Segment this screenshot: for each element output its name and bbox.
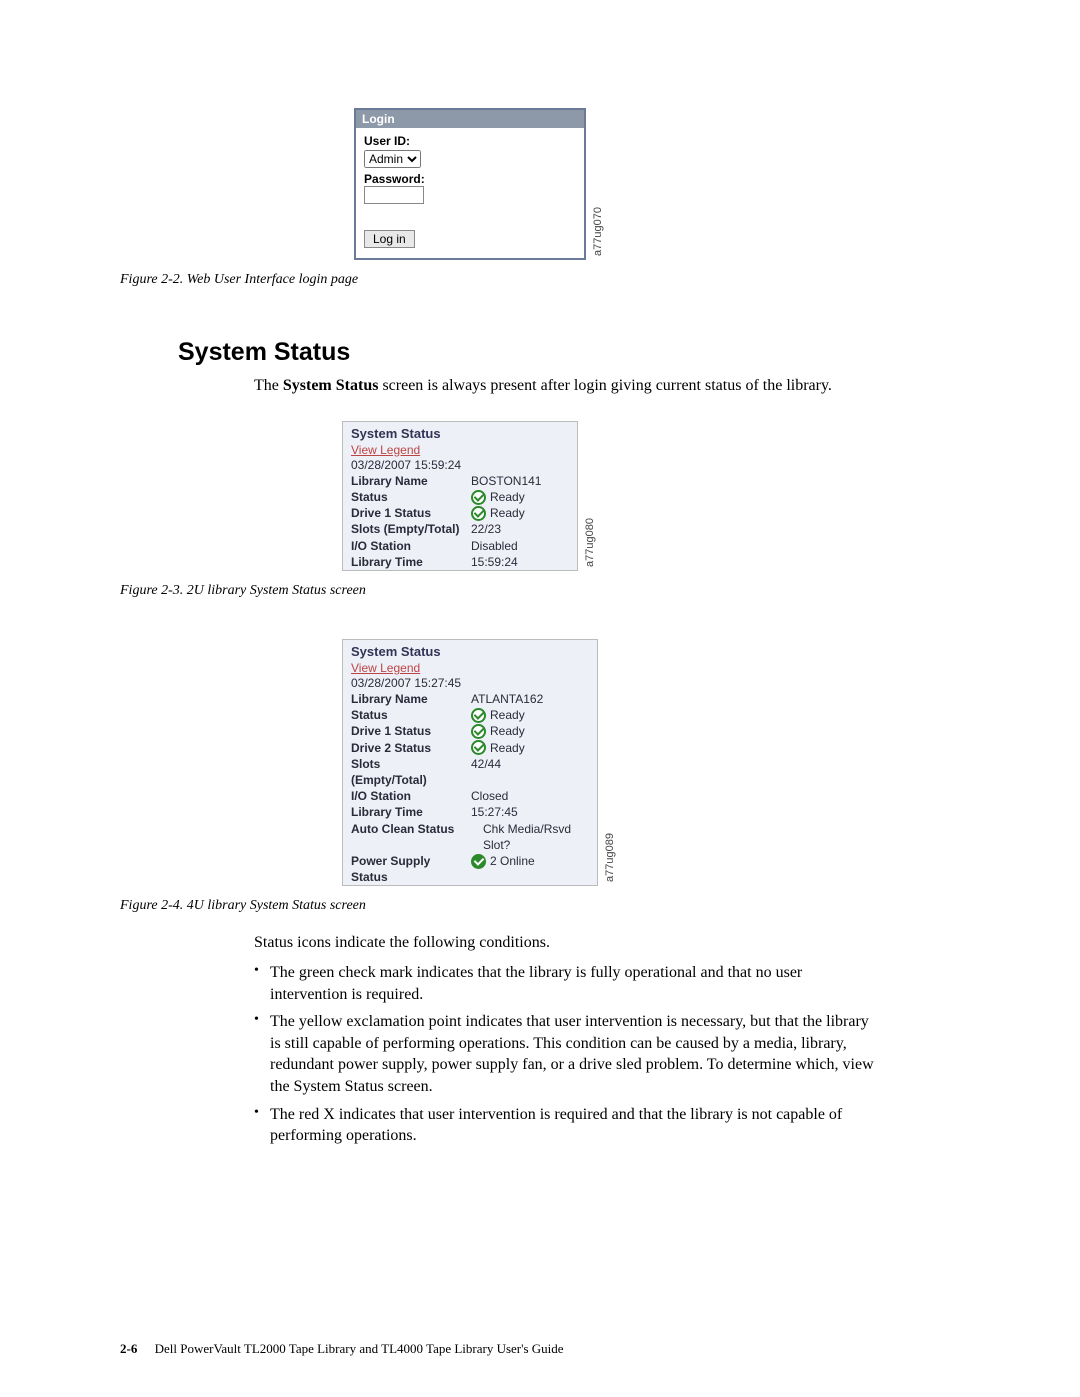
check-icon xyxy=(471,490,486,505)
label: Library Time xyxy=(351,804,471,820)
value: 15:27:45 xyxy=(471,804,518,820)
view-legend-link[interactable]: View Legend xyxy=(343,443,577,457)
check-icon xyxy=(471,740,486,755)
figure-sidecode: a77ug089 xyxy=(604,833,616,882)
row-library-name: Library Name ATLANTA162 xyxy=(343,691,597,707)
conditions-list: The green check mark indicates that the … xyxy=(254,962,874,1147)
label: Drive 1 Status xyxy=(351,723,471,739)
row-time: Library Time 15:59:24 xyxy=(343,554,577,570)
status-panel-4u: System Status View Legend 03/28/2007 15:… xyxy=(342,639,598,886)
label: I/O Station xyxy=(351,788,471,804)
value: Slot? xyxy=(483,837,510,853)
row-time: Library Time 15:27:45 xyxy=(343,804,597,820)
row-power-1: Power Supply 2 Online xyxy=(343,853,597,869)
password-input[interactable] xyxy=(364,186,424,204)
figure-caption-2: Figure 2-3. 2U library System Status scr… xyxy=(120,583,960,599)
footer-text: Dell PowerVault TL2000 Tape Library and … xyxy=(155,1341,564,1356)
value: Ready xyxy=(490,489,525,505)
intro-pre: The xyxy=(254,377,283,394)
row-slots-1: Slots 42/44 xyxy=(343,756,597,772)
timestamp: 03/28/2007 15:59:24 xyxy=(351,457,461,473)
list-item: The green check mark indicates that the … xyxy=(254,962,874,1005)
row-slots: Slots (Empty/Total) 22/23 xyxy=(343,521,577,537)
label: Status xyxy=(351,489,471,505)
list-item: The red X indicates that user interventi… xyxy=(254,1104,874,1147)
row-status: Status Ready xyxy=(343,489,577,505)
figure-sidecode: a77ug070 xyxy=(592,207,604,256)
user-id-select[interactable]: Admin xyxy=(364,150,421,168)
row-io: I/O Station Closed xyxy=(343,788,597,804)
figure-caption-1: Figure 2-2. Web User Interface login pag… xyxy=(120,272,960,288)
figure-login: Login User ID: Admin Password: Log in a7… xyxy=(354,108,960,260)
value: Ready xyxy=(490,723,525,739)
intro-post: screen is always present after login giv… xyxy=(378,377,831,394)
row-autoclean-1: Auto Clean Status Chk Media/Rsvd xyxy=(343,821,597,837)
timestamp: 03/28/2007 15:27:45 xyxy=(351,675,461,691)
login-button[interactable]: Log in xyxy=(364,230,415,248)
label: Library Name xyxy=(351,473,471,489)
document-page: Login User ID: Admin Password: Log in a7… xyxy=(0,0,1080,1397)
check-icon xyxy=(471,724,486,739)
intro-paragraph: The System Status screen is always prese… xyxy=(254,375,864,397)
check-icon xyxy=(471,506,486,521)
login-header: Login xyxy=(356,110,584,128)
row-slots-2: (Empty/Total) xyxy=(343,772,597,788)
row-drive1: Drive 1 Status Ready xyxy=(343,505,577,521)
status-title: System Status xyxy=(343,640,597,661)
row-drive1: Drive 1 Status Ready xyxy=(343,723,597,739)
label: Library Time xyxy=(351,554,471,570)
value: Ready xyxy=(490,707,525,723)
status-title: System Status xyxy=(343,422,577,443)
figure-status-4u: System Status View Legend 03/28/2007 15:… xyxy=(342,639,960,886)
list-item: The yellow exclamation point indicates t… xyxy=(254,1011,874,1097)
row-autoclean-2: Slot? xyxy=(343,837,597,853)
password-label: Password: xyxy=(364,172,576,186)
figure-caption-3: Figure 2-4. 4U library System Status scr… xyxy=(120,898,960,914)
label: Status xyxy=(351,869,471,885)
value: Ready xyxy=(490,505,525,521)
value: 22/23 xyxy=(471,521,501,537)
label: Drive 1 Status xyxy=(351,505,471,521)
value: 15:59:24 xyxy=(471,554,518,570)
label: Status xyxy=(351,707,471,723)
row-library-name: Library Name BOSTON141 xyxy=(343,473,577,489)
check-icon xyxy=(471,854,486,869)
label: Power Supply xyxy=(351,853,471,869)
label: Slots (Empty/Total) xyxy=(351,521,471,537)
value: 42/44 xyxy=(471,756,501,772)
value: Ready xyxy=(490,740,525,756)
value: Closed xyxy=(471,788,508,804)
row-power-2: Status xyxy=(343,869,597,885)
section-heading: System Status xyxy=(178,338,960,367)
page-number: 2-6 xyxy=(120,1341,137,1356)
conditions-intro: Status icons indicate the following cond… xyxy=(254,932,864,954)
login-panel: Login User ID: Admin Password: Log in xyxy=(354,108,586,260)
label: I/O Station xyxy=(351,538,471,554)
value: 2 Online xyxy=(490,853,535,869)
row-drive2: Drive 2 Status Ready xyxy=(343,740,597,756)
row-status: Status Ready xyxy=(343,707,597,723)
value: BOSTON141 xyxy=(471,473,541,489)
label: Auto Clean Status xyxy=(351,821,483,837)
label: Library Name xyxy=(351,691,471,707)
page-footer: 2-6 Dell PowerVault TL2000 Tape Library … xyxy=(120,1341,564,1357)
value: Chk Media/Rsvd xyxy=(483,821,571,837)
user-id-label: User ID: xyxy=(364,134,576,148)
login-body: User ID: Admin Password: Log in xyxy=(356,128,584,258)
row-io: I/O Station Disabled xyxy=(343,538,577,554)
value: Disabled xyxy=(471,538,518,554)
figure-sidecode: a77ug080 xyxy=(584,518,596,567)
intro-bold: System Status xyxy=(283,377,379,394)
value: ATLANTA162 xyxy=(471,691,543,707)
view-legend-link[interactable]: View Legend xyxy=(343,661,597,675)
label: (Empty/Total) xyxy=(351,772,471,788)
figure-status-2u: System Status View Legend 03/28/2007 15:… xyxy=(342,421,960,571)
check-icon xyxy=(471,708,486,723)
label: Slots xyxy=(351,756,471,772)
label: Drive 2 Status xyxy=(351,740,471,756)
status-panel-2u: System Status View Legend 03/28/2007 15:… xyxy=(342,421,578,571)
